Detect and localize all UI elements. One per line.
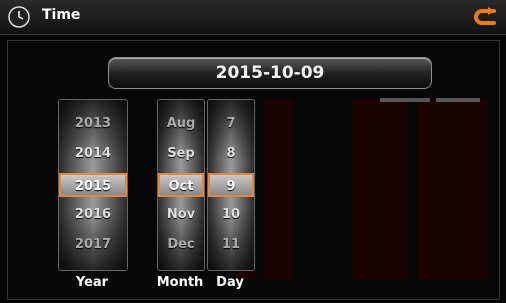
back-arrow-icon[interactable] (472, 5, 498, 29)
year-option[interactable]: 2013 (59, 112, 127, 136)
year-wheel[interactable]: 2013 2014 2015 2016 2017 (58, 99, 128, 271)
month-option-selected[interactable]: Oct (158, 173, 204, 197)
month-wheel[interactable]: Aug Sep Oct Nov Dec (157, 99, 205, 271)
bg-panel (263, 99, 293, 279)
year-option[interactable]: 2014 (59, 142, 127, 166)
day-option[interactable]: 10 (208, 203, 254, 227)
day-label: Day (216, 275, 244, 290)
month-option[interactable]: Nov (158, 203, 204, 227)
header-bar: Time (0, 0, 506, 35)
day-wheel[interactable]: 7 8 9 10 11 (207, 99, 255, 271)
bg-panel (418, 99, 488, 279)
content-frame: 2015-10-09 2013 2014 2015 2016 2017 Aug … (7, 40, 500, 300)
year-option-selected[interactable]: 2015 (59, 173, 127, 197)
page-title: Time (42, 7, 81, 23)
bg-panel (353, 99, 408, 279)
day-option[interactable]: 11 (208, 233, 254, 257)
month-option[interactable]: Dec (158, 233, 204, 257)
bg-panel (436, 98, 480, 102)
day-option[interactable]: 7 (208, 112, 254, 136)
year-option[interactable]: 2016 (59, 203, 127, 227)
time-settings-screen: Time 2015-10-09 2013 2014 2015 2016 2017… (0, 0, 506, 303)
bg-panel (380, 98, 430, 102)
day-option-selected[interactable]: 9 (208, 173, 254, 197)
clock-icon (8, 6, 30, 28)
month-label: Month (156, 275, 204, 290)
date-display-text: 2015-10-09 (215, 63, 325, 83)
year-label: Year (75, 275, 109, 290)
day-option[interactable]: 8 (208, 142, 254, 166)
month-option[interactable]: Aug (158, 112, 204, 136)
year-option[interactable]: 2017 (59, 233, 127, 257)
month-option[interactable]: Sep (158, 142, 204, 166)
date-display: 2015-10-09 (108, 57, 432, 89)
